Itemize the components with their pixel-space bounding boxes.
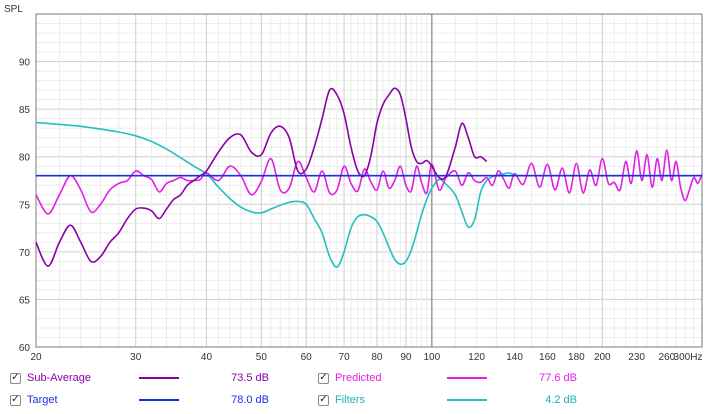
legend-value: 77.6 dB [539,372,577,384]
x-tick-label: 30 [130,352,142,363]
x-tick-label: 200 [594,352,611,363]
legend-swatch [447,399,487,401]
legend-value: 73.5 dB [231,372,269,384]
legend-value: 78.0 dB [231,394,269,406]
x-tick-label: 160 [539,352,556,363]
x-tick-label: 180 [568,352,585,363]
x-tick-label: 80 [371,352,383,363]
x-tick-label: 20 [30,352,42,363]
legend: ✓ Sub-Average 73.5 dB ✓ Predicted 77.6 d… [0,364,720,414]
y-tick-label: 65 [19,295,31,306]
legend-item-filters: ✓ Filters 4.2 dB [318,390,577,410]
legend-label: Predicted [335,372,382,384]
x-tick-label: 60 [301,352,313,363]
legend-item-predicted: ✓ Predicted 77.6 dB [318,368,577,388]
y-tick-labels: 60 65 70 75 80 85 90 [19,58,31,354]
x-tick-label: 300Hz [674,352,703,363]
legend-swatch [139,399,179,401]
checkbox-sub-average[interactable]: ✓ [10,372,21,384]
x-tick-label: 90 [400,352,412,363]
y-tick-label: 85 [19,105,31,116]
y-tick-label: 60 [19,343,31,354]
x-tick-label: 50 [256,352,268,363]
y-tick-label: 75 [19,200,31,211]
legend-label: Target [27,394,58,406]
legend-value: 4.2 dB [545,394,577,406]
y-tick-label: 70 [19,248,31,259]
x-tick-label: 230 [628,352,645,363]
y-tick-label: 90 [19,58,31,69]
y-axis-label: SPL [4,4,23,15]
legend-label: Sub-Average [27,372,92,384]
checkbox-filters[interactable]: ✓ [318,394,329,406]
x-tick-label: 100 [423,352,440,363]
chart-grid [35,13,703,348]
legend-item-sub-average: ✓ Sub-Average 73.5 dB [10,368,269,388]
legend-swatch [447,377,487,379]
x-tick-label: 140 [506,352,523,363]
y-tick-label: 80 [19,153,31,164]
x-tick-labels: 20 30 40 50 60 70 80 90 100 120 140 160 180 200 230 260… [30,352,702,363]
x-tick-label: 120 [468,352,485,363]
legend-label: Filters [335,394,365,406]
legend-item-target: ✓ Target 78.0 dB [10,390,269,410]
spl-chart: 60 65 70 75 80 85 90 20 30 40 50 60 70 80 90 100 120 140… [4,4,703,363]
checkbox-predicted[interactable]: ✓ [318,372,329,384]
x-tick-label: 70 [339,352,351,363]
legend-swatch [139,377,179,379]
x-tick-label: 40 [201,352,213,363]
checkbox-target[interactable]: ✓ [10,394,21,406]
